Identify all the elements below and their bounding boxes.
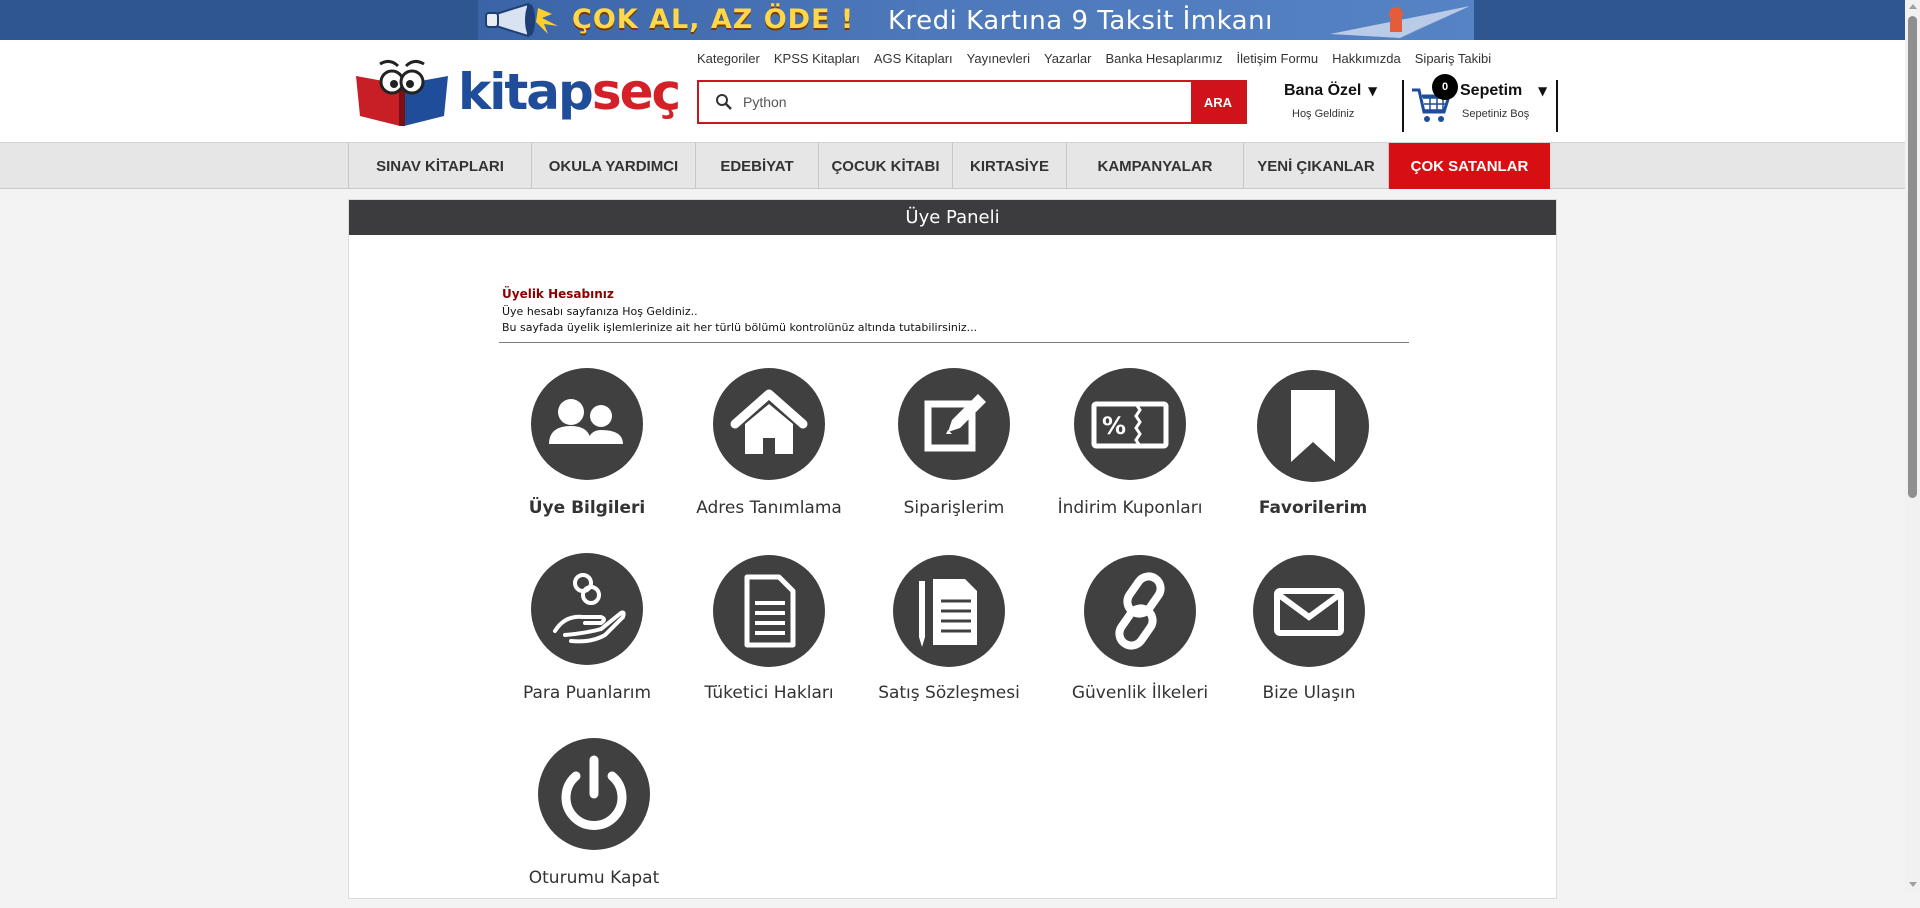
chevron-down-icon: ▼: [1538, 84, 1548, 98]
nav-item-campaigns[interactable]: KAMPANYALAR: [1067, 143, 1244, 189]
tile-label: Adres Tanımlama: [696, 498, 842, 518]
welcome-description: Bu sayfada üyelik işlemlerinize ait her …: [502, 321, 978, 334]
edit-icon: [898, 368, 1010, 480]
page-scrollbar[interactable]: [1905, 0, 1920, 893]
cart-menu[interactable]: 0 Sepetim ▼ Sepetiniz Boş: [1402, 74, 1558, 132]
top-link-about[interactable]: Hakkımızda: [1332, 50, 1401, 68]
cart-title: Sepetim: [1460, 82, 1523, 99]
tile-label: Oturumu Kapat: [528, 868, 660, 888]
tile-label: Bize Ulaşın: [1262, 683, 1356, 703]
panel-title: Üye Paneli: [349, 200, 1556, 235]
megaphone-icon: [485, 2, 558, 38]
account-menu[interactable]: Bana Özel ▼ Hoş Geldiniz: [1280, 82, 1390, 122]
contract-icon: [893, 555, 1005, 667]
tile-label: Para Puanlarım: [522, 683, 652, 703]
category-nav: SINAV KİTAPLARI OKULA YARDIMCI EDEBİYAT …: [0, 142, 1905, 189]
top-link-authors[interactable]: Yazarlar: [1044, 50, 1091, 68]
tile-label: Favorilerim: [1258, 498, 1368, 518]
tile-label: Üye Bilgileri: [528, 498, 646, 518]
tile-coupons[interactable]: % İndirim Kuponları: [1045, 368, 1215, 538]
top-link-ags[interactable]: AGS Kitapları: [874, 50, 953, 68]
logo-part-kitap: kitap: [458, 63, 594, 121]
tile-address[interactable]: Adres Tanımlama: [684, 368, 854, 538]
nav-item-best-sellers[interactable]: ÇOK SATANLAR: [1389, 143, 1550, 189]
account-heading: Üyelik Hesabınız: [502, 287, 614, 301]
tile-points[interactable]: Para Puanlarım: [502, 553, 672, 723]
home-icon: [713, 368, 825, 480]
svg-text:%: %: [1102, 412, 1126, 440]
search-icon: [716, 94, 732, 110]
tile-label: Tüketici Hakları: [704, 683, 834, 703]
power-icon: [538, 738, 650, 850]
top-link-kpss[interactable]: KPSS Kitapları: [774, 50, 860, 68]
tile-label: Siparişlerim: [903, 498, 1005, 518]
envelope-icon: [1253, 555, 1365, 667]
tile-logout[interactable]: Oturumu Kapat: [509, 738, 679, 908]
top-link-categories[interactable]: Kategoriler: [697, 50, 760, 68]
tile-sales-contract[interactable]: Satış Sözleşmesi: [864, 553, 1034, 723]
scroll-up-icon[interactable]: [1909, 4, 1917, 9]
divider: [499, 342, 1409, 343]
site-header: kitapseç Kategoriler KPSS Kitapları AGS …: [0, 40, 1905, 142]
users-icon: [531, 368, 643, 480]
top-links: Kategoriler KPSS Kitapları AGS Kitapları…: [697, 50, 1505, 68]
bookmark-icon: [1257, 370, 1369, 482]
member-panel: Üye Paneli Üyelik Hesabınız Üye hesabı s…: [348, 199, 1557, 899]
banner-left-text: ÇOK AL, AZ ÖDE !: [572, 4, 855, 35]
tile-member-info[interactable]: Üye Bilgileri: [502, 368, 672, 538]
tile-favorites[interactable]: Favorilerim: [1228, 368, 1398, 538]
tile-label: Güvenlik İlkeleri: [1071, 683, 1209, 703]
account-menu-title: Bana Özel: [1284, 82, 1362, 99]
tile-orders[interactable]: Siparişlerim: [869, 368, 1039, 538]
top-link-contact-form[interactable]: İletişim Formu: [1237, 50, 1319, 68]
nav-item-school-help[interactable]: OKULA YARDIMCI: [532, 143, 696, 189]
book-mascot-icon: [356, 59, 448, 126]
nav-item-stationery[interactable]: KIRTASİYE: [953, 143, 1067, 189]
search-button[interactable]: ARA: [1191, 82, 1245, 122]
scrollbar-thumb[interactable]: [1908, 16, 1917, 498]
nav-item-literature[interactable]: EDEBİYAT: [696, 143, 819, 189]
paper-plane-icon: [1330, 6, 1470, 38]
tile-consumer-rights[interactable]: Tüketici Hakları: [684, 553, 854, 723]
tile-label: İndirim Kuponları: [1057, 498, 1203, 518]
link-icon: [1084, 555, 1196, 667]
top-link-publishers[interactable]: Yayınevleri: [967, 50, 1030, 68]
nav-item-new-releases[interactable]: YENİ ÇIKANLAR: [1244, 143, 1389, 189]
chevron-down-icon: ▼: [1368, 84, 1378, 98]
tile-security-principles[interactable]: Güvenlik İlkeleri: [1055, 553, 1225, 723]
nav-item-exam-books[interactable]: SINAV KİTAPLARI: [349, 143, 532, 189]
document-icon: [713, 555, 825, 667]
top-link-order-tracking[interactable]: Sipariş Takibi: [1415, 50, 1491, 68]
nav-item-children-books[interactable]: ÇOCUK KİTABI: [819, 143, 953, 189]
cart-count-badge: 0: [1432, 74, 1458, 100]
coins-hand-icon: [531, 553, 643, 665]
promo-banner[interactable]: ÇOK AL, AZ ÖDE ! Kredi Kartına 9 Taksit …: [0, 0, 1905, 40]
scroll-down-icon[interactable]: [1909, 882, 1917, 887]
logo-wordmark[interactable]: kitapseç: [458, 62, 681, 122]
banner-right-text: Kredi Kartına 9 Taksit İmkanı: [888, 6, 1273, 36]
top-link-bank-accounts[interactable]: Banka Hesaplarımız: [1105, 50, 1222, 68]
account-menu-subtitle: Hoş Geldiniz: [1292, 108, 1355, 120]
search-bar: ARA: [697, 80, 1247, 124]
logo-part-sec: seç: [591, 63, 681, 121]
tile-contact-us[interactable]: Bize Ulaşın: [1224, 553, 1394, 723]
cart-subtitle: Sepetiniz Boş: [1462, 108, 1530, 120]
welcome-text: Üye hesabı sayfanıza Hoş Geldiniz..: [502, 305, 698, 318]
search-input[interactable]: [741, 88, 1121, 116]
tile-label: Satış Sözleşmesi: [878, 683, 1020, 703]
coupon-icon: %: [1074, 368, 1186, 480]
